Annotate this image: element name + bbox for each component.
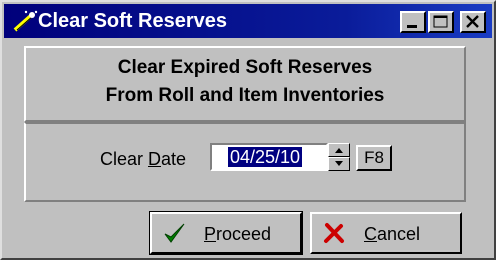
header-line-1: Clear Expired Soft Reserves — [117, 57, 373, 78]
maximize-icon — [433, 15, 448, 28]
clear-date-label: Clear Date — [100, 147, 186, 171]
app-icon — [12, 9, 38, 33]
maximize-button[interactable] — [428, 11, 454, 33]
proceed-button[interactable]: Proceed — [149, 211, 303, 255]
label-accel-key: D — [148, 149, 162, 169]
arrow-down-icon — [335, 161, 343, 166]
date-value: 04/25/10 — [228, 147, 303, 167]
cancel-label: Cancel — [364, 223, 420, 245]
cancel-accel-key: C — [364, 224, 377, 244]
header-line-2: From Roll and Item Inventories — [105, 85, 385, 106]
title-bar[interactable]: Clear Soft Reserves — [4, 4, 492, 38]
close-icon — [466, 15, 479, 28]
label-prefix: Clear — [100, 149, 149, 169]
cancel-x-icon — [324, 223, 344, 243]
date-spinner[interactable] — [328, 143, 350, 171]
spin-down-button[interactable] — [328, 157, 350, 171]
window-title: Clear Soft Reserves — [38, 10, 227, 32]
proceed-label: Proceed — [204, 223, 271, 245]
proceed-label-rest: roceed — [216, 224, 272, 244]
label-rest: ate — [161, 149, 187, 169]
proceed-accel-key: P — [204, 224, 217, 244]
checkmark-icon — [164, 223, 185, 243]
spin-up-button[interactable] — [328, 143, 350, 157]
minimize-button[interactable] — [400, 11, 426, 33]
arrow-up-icon — [335, 148, 343, 153]
clear-date-input[interactable]: 04/25/10 — [210, 143, 328, 171]
minimize-icon — [407, 25, 417, 28]
close-button[interactable] — [460, 11, 486, 33]
header-panel: Clear Expired Soft Reserves From Roll an… — [24, 46, 466, 122]
f8-button[interactable]: F8 — [356, 145, 392, 171]
cancel-label-rest: ancel — [377, 224, 421, 244]
cancel-button[interactable]: Cancel — [310, 212, 462, 254]
